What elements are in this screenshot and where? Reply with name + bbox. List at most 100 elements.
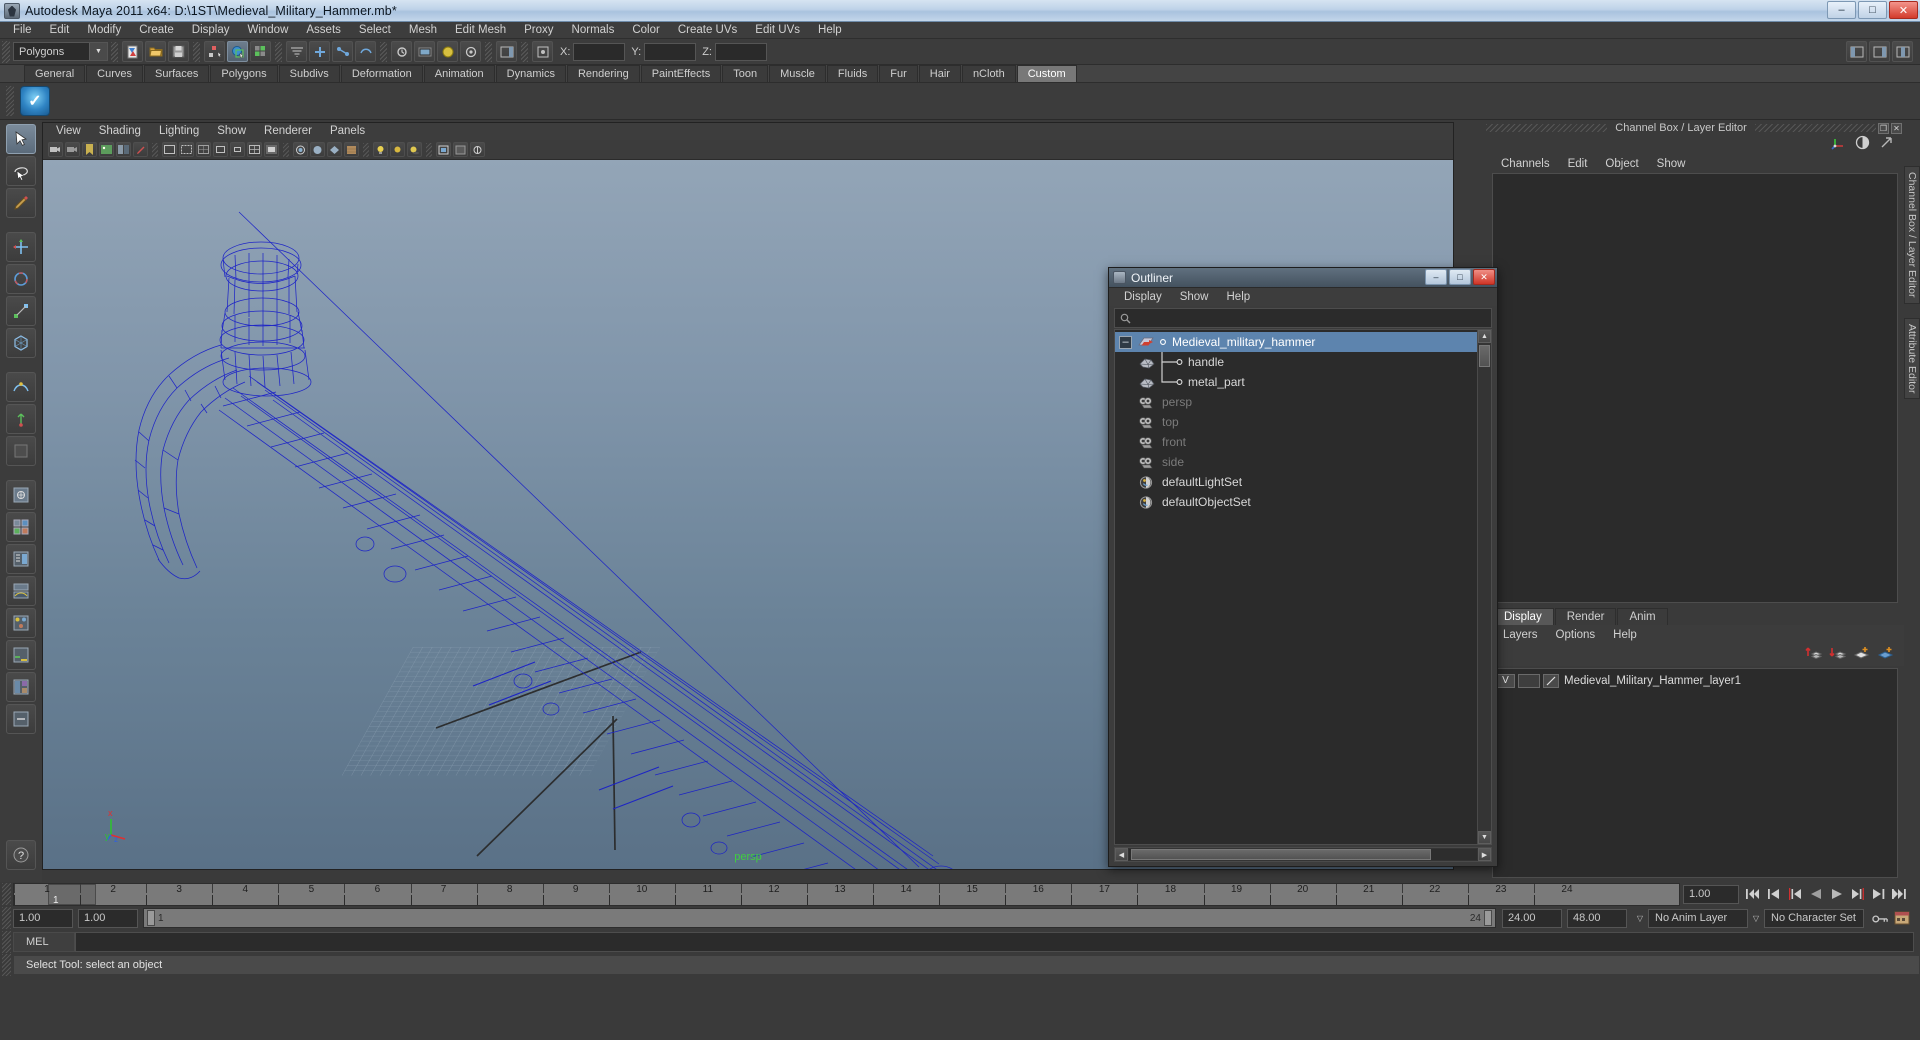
- select-camera-icon[interactable]: [48, 142, 63, 157]
- shelf-tab-painteffects[interactable]: PaintEffects: [640, 65, 722, 82]
- channelbox-menu-channels[interactable]: Channels: [1492, 158, 1559, 170]
- menu-create-uvs[interactable]: Create UVs: [669, 22, 746, 39]
- render-view-button[interactable]: [414, 41, 435, 62]
- layer-tab-render[interactable]: Render: [1554, 608, 1617, 625]
- range-end-handle[interactable]: [1484, 910, 1492, 926]
- anim-layer-chevron-icon[interactable]: ▽: [1632, 909, 1648, 927]
- z-field[interactable]: [714, 42, 767, 61]
- minimize-button[interactable]: –: [1827, 1, 1856, 19]
- outliner-item-metal_part[interactable]: metal_part: [1115, 372, 1477, 392]
- construction-history-button[interactable]: [391, 41, 412, 62]
- panel-close-button[interactable]: ✕: [1891, 122, 1902, 134]
- move-tool[interactable]: [6, 232, 36, 262]
- bookmark-icon[interactable]: [82, 142, 97, 157]
- layer-playback-toggle[interactable]: [1518, 673, 1540, 688]
- go-to-end-button[interactable]: [1891, 886, 1908, 903]
- layer-menu-help[interactable]: Help: [1604, 629, 1646, 641]
- channelbox-menu-edit[interactable]: Edit: [1559, 158, 1597, 170]
- range-slider-grip[interactable]: [2, 907, 11, 929]
- panel-grip-right[interactable]: [1754, 124, 1876, 132]
- channelbox-menu-object[interactable]: Object: [1596, 158, 1647, 170]
- menu-assets[interactable]: Assets: [297, 22, 350, 39]
- show-manipulator-tool[interactable]: [6, 404, 36, 434]
- outliner-item-handle[interactable]: handle: [1115, 352, 1477, 372]
- time-slider[interactable]: 1 1 2 3 4 5 6 7 8 9 10 11 12 13 14 15 16 17 18 19 20 21 22 23 2…: [13, 882, 1680, 906]
- isolate-select-icon[interactable]: [436, 142, 451, 157]
- shelf-tab-deformation[interactable]: Deformation: [340, 65, 423, 82]
- animation-preferences-icon[interactable]: [1893, 910, 1910, 927]
- checkmark-shelf-icon[interactable]: ✓: [20, 86, 50, 116]
- safe-action-icon[interactable]: [213, 142, 228, 157]
- toolbar-grip[interactable]: [2, 40, 10, 63]
- viewport-menu-view[interactable]: View: [47, 123, 90, 140]
- outliner-menu-display[interactable]: Display: [1115, 288, 1171, 306]
- panel-restore-button[interactable]: ❐: [1878, 122, 1889, 134]
- show-hide-attribute-editor-button[interactable]: [1869, 41, 1890, 62]
- outliner-item-side[interactable]: side: [1115, 452, 1477, 472]
- outliner-tree-container[interactable]: – Medieval_military_hammer handle metal_par…: [1114, 329, 1492, 845]
- layer-tab-display[interactable]: Display: [1492, 608, 1554, 625]
- move-layer-up-icon[interactable]: [1805, 645, 1823, 665]
- layout-four-view[interactable]: [6, 512, 36, 542]
- y-field[interactable]: [644, 42, 697, 61]
- menu-edit-mesh[interactable]: Edit Mesh: [446, 22, 515, 39]
- range-start-handle[interactable]: [147, 910, 155, 926]
- menu-window[interactable]: Window: [238, 22, 297, 39]
- outliner-tree[interactable]: – Medieval_military_hammer handle metal_par…: [1115, 330, 1477, 844]
- save-scene-button[interactable]: [168, 41, 189, 62]
- outliner-search-bar[interactable]: [1114, 308, 1492, 328]
- layer-menu-layers[interactable]: Layers: [1494, 629, 1547, 641]
- expander-collapse-icon[interactable]: –: [1119, 335, 1132, 349]
- paint-select-tool[interactable]: [6, 188, 36, 218]
- layout-more[interactable]: [6, 704, 36, 734]
- new-empty-layer-icon[interactable]: [1853, 645, 1870, 665]
- shelf-tab-curves[interactable]: Curves: [86, 65, 143, 82]
- display-layer-list[interactable]: V Medieval_Military_Hammer_layer1: [1492, 668, 1898, 878]
- outliner-menu-show[interactable]: Show: [1171, 288, 1218, 306]
- outliner-maximize-button[interactable]: □: [1449, 269, 1471, 285]
- menu-edit-uvs[interactable]: Edit UVs: [746, 22, 809, 39]
- shelf-tab-polygons[interactable]: Polygons: [210, 65, 278, 82]
- play-forwards-button[interactable]: [1828, 886, 1845, 903]
- new-layer-from-selected-icon[interactable]: [1877, 645, 1894, 665]
- field-chart-icon[interactable]: [196, 142, 211, 157]
- snap-to-point-button[interactable]: [332, 41, 353, 62]
- command-language-label[interactable]: MEL: [13, 932, 75, 952]
- shelf-tab-muscle[interactable]: Muscle: [769, 65, 826, 82]
- layout-single-perspective[interactable]: [6, 480, 36, 510]
- step-back-key-button[interactable]: [1786, 886, 1803, 903]
- outliner-item-front[interactable]: front: [1115, 432, 1477, 452]
- manipulator-axis-icon[interactable]: [1831, 135, 1846, 155]
- outliner-item-defaultobjectset[interactable]: defaultObjectSet: [1115, 492, 1477, 512]
- xray-shading-icon[interactable]: [293, 142, 308, 157]
- layer-visibility-toggle[interactable]: V: [1496, 673, 1515, 688]
- rotate-tool[interactable]: [6, 264, 36, 294]
- layer-tab-anim[interactable]: Anim: [1617, 608, 1668, 625]
- outliner-minimize-button[interactable]: –: [1425, 269, 1447, 285]
- viewport-menu-lighting[interactable]: Lighting: [150, 123, 208, 140]
- lasso-select-tool[interactable]: [6, 156, 36, 186]
- menu-color[interactable]: Color: [623, 22, 668, 39]
- scroll-left-icon[interactable]: ◀: [1115, 848, 1128, 861]
- auto-key-icon[interactable]: [1872, 910, 1889, 927]
- wireframe-shading-icon[interactable]: [247, 142, 262, 157]
- command-input[interactable]: [75, 932, 1914, 952]
- scroll-up-icon[interactable]: ▲: [1478, 330, 1491, 343]
- arrow-expand-icon[interactable]: [1879, 135, 1894, 155]
- outliner-search-input[interactable]: [1135, 312, 1491, 324]
- animation-start-time-field[interactable]: 1.00: [13, 908, 73, 928]
- help-question-icon[interactable]: ?: [6, 840, 36, 870]
- no-texture-icon[interactable]: [453, 142, 468, 157]
- menu-create[interactable]: Create: [130, 22, 183, 39]
- current-time-field[interactable]: 1.00: [1683, 884, 1739, 904]
- ipr-render-button[interactable]: [437, 41, 458, 62]
- animation-end-time-field[interactable]: 48.00: [1567, 908, 1627, 928]
- character-set-chevron-icon[interactable]: ▽: [1748, 909, 1764, 927]
- shelf-tab-dynamics[interactable]: Dynamics: [495, 65, 566, 82]
- image-plane-icon[interactable]: [99, 142, 114, 157]
- film-gate-icon[interactable]: [179, 142, 194, 157]
- outliner-item-medieval_military_hammer[interactable]: – Medieval_military_hammer: [1115, 332, 1477, 352]
- half-circle-toggle-icon[interactable]: [1855, 135, 1870, 155]
- outliner-vertical-scrollbar[interactable]: ▲ ▼: [1477, 330, 1491, 844]
- twopanel-icon[interactable]: [116, 142, 131, 157]
